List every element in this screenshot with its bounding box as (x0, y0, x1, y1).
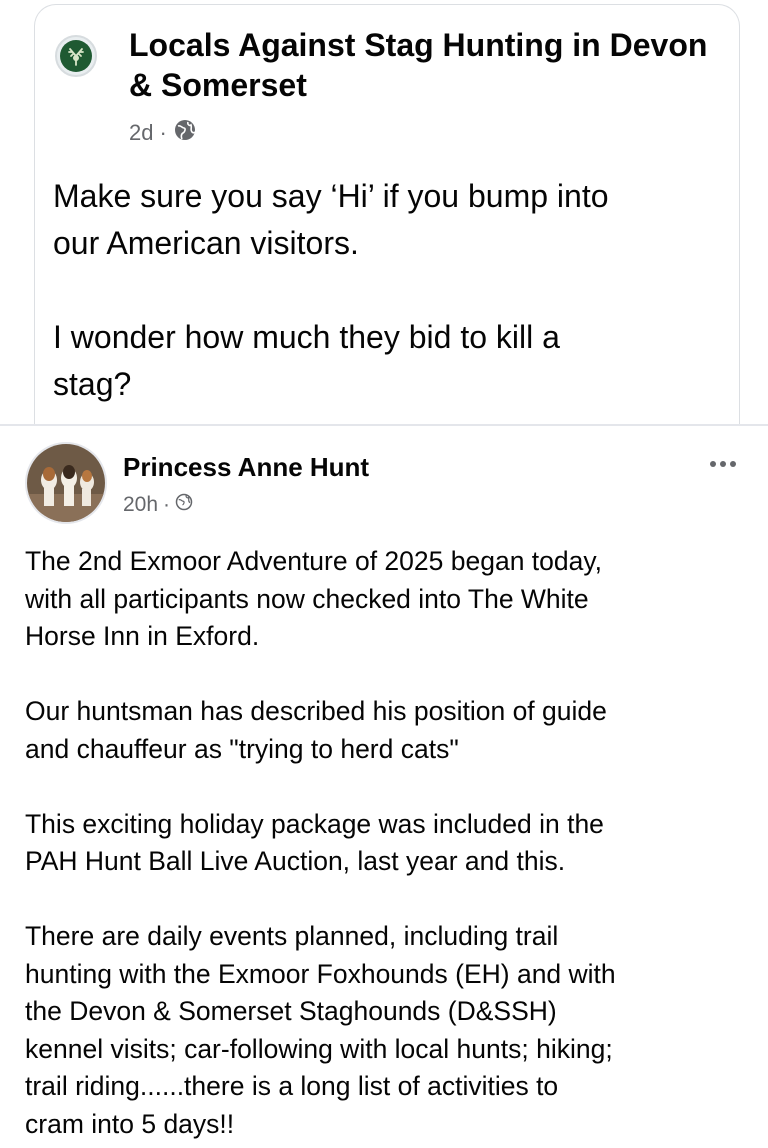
post-meta-bottom: 20h · (123, 493, 193, 517)
hunt-avatar[interactable] (25, 442, 107, 524)
page-avatar[interactable] (55, 35, 97, 77)
globe-icon (173, 118, 197, 148)
stag-logo-icon (60, 40, 92, 72)
meta-separator-bottom: · (163, 493, 171, 516)
post-timestamp-bottom[interactable]: 20h (123, 493, 158, 517)
post-timestamp[interactable]: 2d (129, 120, 153, 146)
meta-separator: · (159, 120, 167, 145)
more-options-button[interactable] (702, 454, 744, 474)
post-card-top: Locals Against Stag Hunting in Devon & S… (34, 4, 740, 424)
post-text-bottom: The 2nd Exmoor Adventure of 2025 began t… (25, 546, 616, 1139)
post-meta: 2d · (129, 118, 197, 148)
page-name[interactable]: Locals Against Stag Hunting in Devon & S… (129, 25, 709, 105)
more-dots-icon (710, 461, 716, 467)
post-divider (0, 424, 768, 426)
post-text: Make sure you say ‘Hi’ if you bump into … (53, 178, 609, 402)
hunt-page-name[interactable]: Princess Anne Hunt (123, 450, 369, 484)
globe-icon (175, 493, 193, 517)
